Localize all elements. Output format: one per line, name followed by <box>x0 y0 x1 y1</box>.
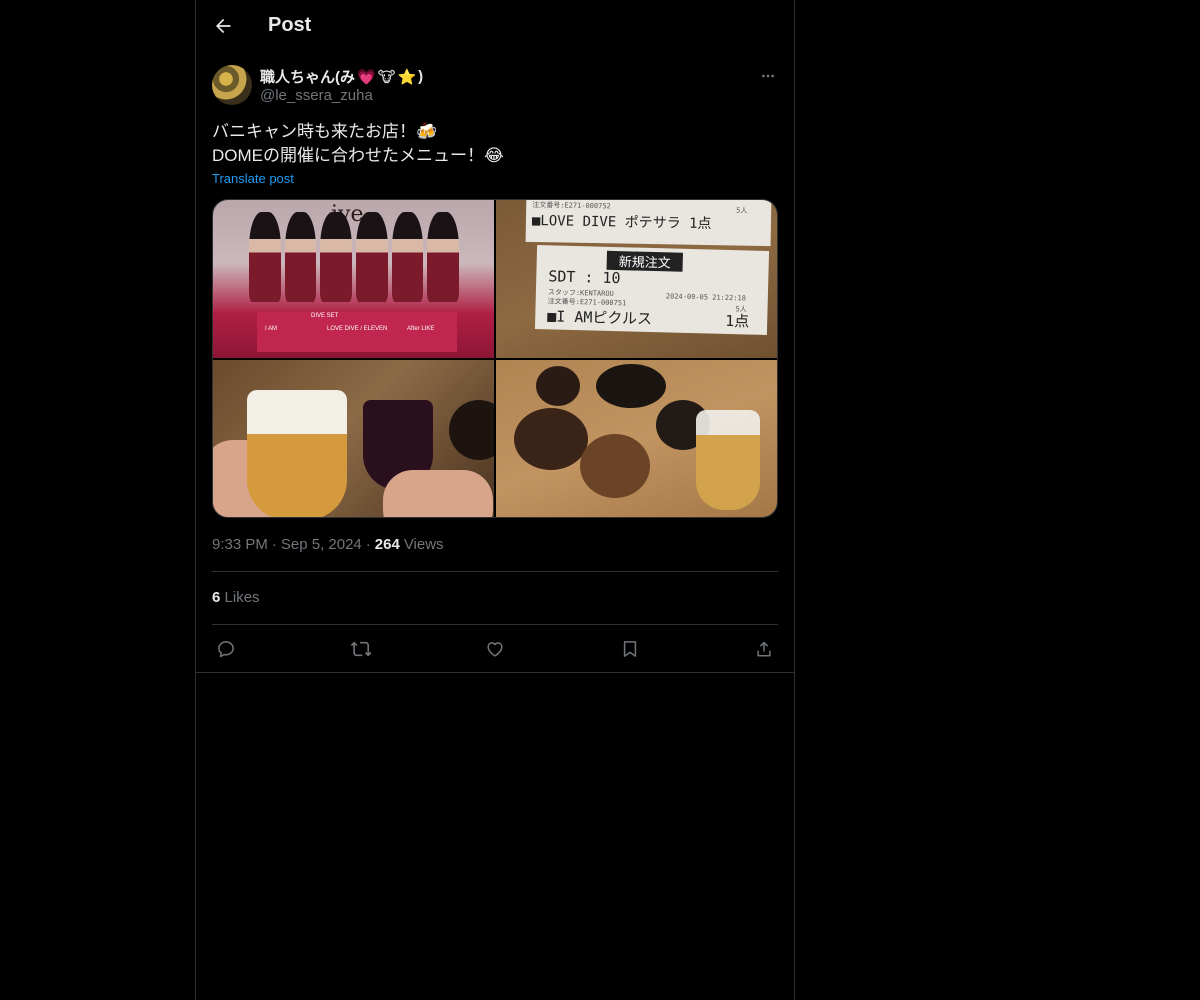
meta-separator: · <box>365 536 371 553</box>
likes-summary[interactable]: 6 Likes <box>212 589 260 606</box>
photo-poster[interactable]: ive DIVE SET I AM LOVE DIVE / ELEVEN Aft… <box>213 200 494 358</box>
receipt-2-datetime: 2024-09-05 21:22:18 <box>665 292 746 303</box>
translate-post-link[interactable]: Translate post <box>212 171 294 186</box>
photo-toast[interactable] <box>213 360 494 517</box>
back-button[interactable] <box>208 11 238 41</box>
post-line-1-text: バニキャン時も来たお店！ <box>212 122 416 141</box>
post-text-line-1: バニキャン時も来たお店！🍻 <box>212 120 504 144</box>
views-count: 264 <box>374 536 400 553</box>
display-name-text: 職人ちゃん(み <box>260 69 355 86</box>
like-icon <box>487 642 503 657</box>
post-column: Post 職人ちゃん(み 💗 🐮 ⭐ ) @le_ssera_zuha バニキャ… <box>195 0 795 1000</box>
reply-icon <box>218 641 234 658</box>
beer-glass <box>247 390 347 517</box>
star-emoji: ⭐ <box>397 68 417 86</box>
media-grid: ive DIVE SET I AM LOVE DIVE / ELEVEN Aft… <box>212 199 778 518</box>
share-button[interactable] <box>750 636 778 662</box>
dish-small <box>536 366 580 406</box>
receipt-2: 新規注文 SDT : 10 スタッフ:KENTAROU 注文番号:E271-00… <box>534 244 770 336</box>
heart-emoji: 💗 <box>357 68 376 86</box>
bookmark-icon <box>623 641 636 657</box>
post-header: Post <box>196 0 794 53</box>
post-line-2-text: DOMEの開催に合わせたメニュー！ <box>212 146 484 165</box>
receipt-2-item: ■I AMピクルス <box>547 307 653 329</box>
hand-right <box>383 470 493 517</box>
laughing-emoji: 😂 <box>484 146 504 165</box>
repost-icon <box>350 641 372 657</box>
page-title: Post <box>268 14 312 36</box>
poster-item-2: LOVE DIVE / ELEVEN <box>327 326 388 332</box>
divider <box>212 571 778 572</box>
likes-label: Likes <box>224 589 260 606</box>
poster-group-figures <box>249 212 460 302</box>
reply-button[interactable] <box>212 636 240 662</box>
receipt-1-count: 5人 <box>736 206 748 215</box>
receipt-2-table: SDT : 10 <box>548 267 621 288</box>
post-text: バニキャン時も来たお店！🍻 DOMEの開催に合わせたメニュー！😂 <box>212 120 504 168</box>
post-text-line-2: DOMEの開催に合わせたメニュー！😂 <box>212 144 504 168</box>
poster-item-3: After LIKE <box>407 326 435 332</box>
receipt-2-qty: 1点 <box>724 311 750 331</box>
display-name-suffix: ) <box>418 68 424 85</box>
action-bar <box>212 636 778 662</box>
dish-ajillo <box>580 434 650 498</box>
poster-menu-panel: DIVE SET I AM LOVE DIVE / ELEVEN After L… <box>257 312 457 352</box>
beer-glass-2 <box>696 410 760 510</box>
photo-dishes[interactable] <box>496 360 777 517</box>
side-dish <box>449 400 494 460</box>
dish-sausage <box>596 364 666 408</box>
like-button[interactable] <box>481 636 509 662</box>
meta-separator: · <box>271 536 277 553</box>
author-display-name[interactable]: 職人ちゃん(み 💗 🐮 ⭐ ) <box>260 66 423 87</box>
post-meta: 9:33 PM · Sep 5, 2024 · 264 Views <box>212 536 444 553</box>
arrow-left-icon <box>216 18 231 34</box>
more-icon <box>762 74 774 78</box>
avatar[interactable] <box>212 65 252 105</box>
likes-count: 6 <box>212 589 221 606</box>
receipt-1-item: ■LOVE DIVE ポテサラ 1点 <box>531 212 712 233</box>
receipt-1: 注文番号:E271-000752 ■LOVE DIVE ポテサラ 1点 5人 <box>525 200 772 247</box>
divider <box>212 624 778 625</box>
bookmark-button[interactable] <box>616 636 644 662</box>
cow-emoji: 🐮 <box>377 68 396 86</box>
photo-receipts[interactable]: 注文番号:E271-000752 ■LOVE DIVE ポテサラ 1点 5人 新… <box>496 200 777 358</box>
dish-potato <box>514 408 588 470</box>
share-icon <box>757 641 771 657</box>
poster-title: DIVE SET <box>311 313 339 319</box>
repost-button[interactable] <box>347 636 375 662</box>
views-label: Views <box>403 536 444 553</box>
more-options-button[interactable] <box>756 64 780 88</box>
post-time[interactable]: 9:33 PM <box>212 536 268 553</box>
beer-emoji: 🍻 <box>416 122 438 141</box>
poster-item-1: I AM <box>265 326 278 332</box>
post-bottom-border <box>196 672 794 673</box>
post-date[interactable]: Sep 5, 2024 <box>281 536 362 553</box>
author-handle[interactable]: @le_ssera_zuha <box>260 87 373 104</box>
